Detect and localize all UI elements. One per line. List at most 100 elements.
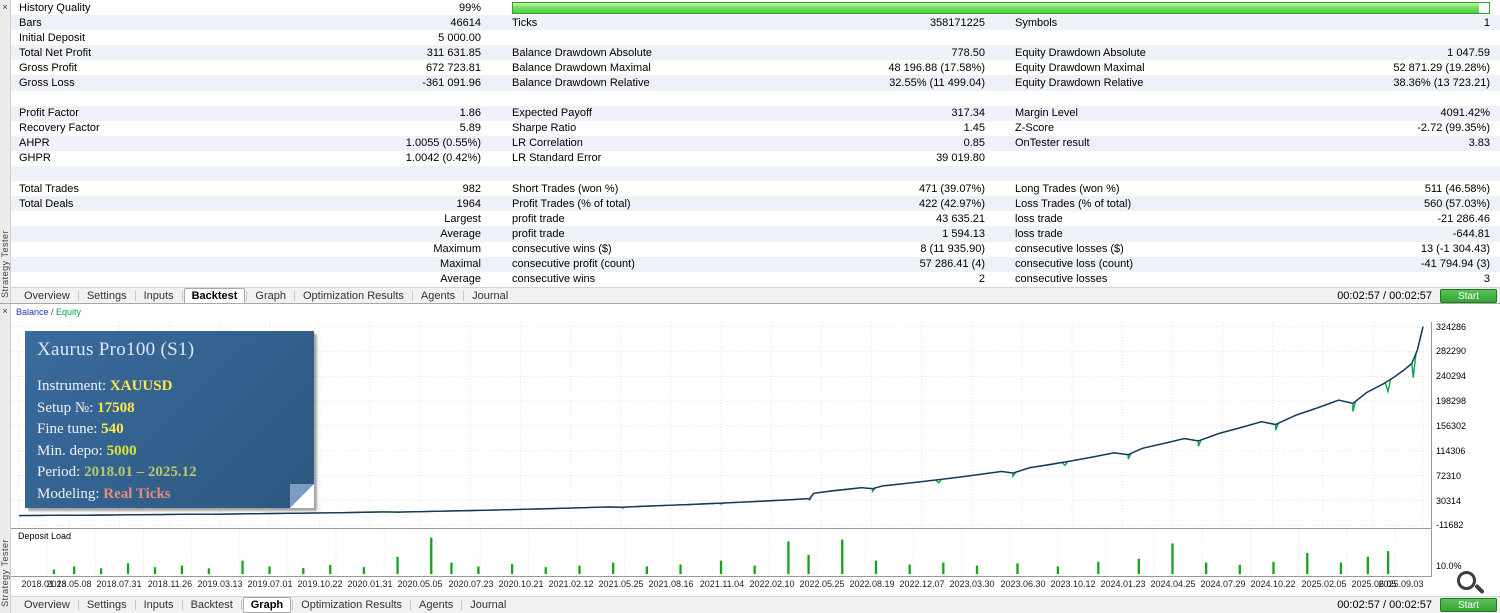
deposit-load-bar: [1339, 562, 1343, 575]
close-icon[interactable]: ×: [2, 306, 7, 316]
deposit-load-bar: [302, 567, 305, 575]
tab-optimization-results[interactable]: Optimization Results: [294, 598, 409, 612]
deposit-load-bar: [1386, 551, 1390, 575]
stat-label: Long Trades (won %): [1015, 182, 1120, 195]
tab-separator: [411, 291, 413, 301]
stat-value: 32.55% (11 499.04): [889, 77, 985, 90]
stat-value: 3.83: [1468, 137, 1490, 150]
deposit-load-label: Deposit Load: [16, 531, 74, 541]
stat-label: Short Trades (won %): [512, 182, 619, 195]
stat-value: Average: [440, 273, 481, 286]
close-icon[interactable]: ×: [2, 2, 7, 12]
tab-agents[interactable]: Agents: [414, 289, 462, 303]
stats-row: [11, 91, 1500, 106]
x-axis-label: 2025.09.03: [1378, 579, 1424, 589]
stat-value: 38.36% (13 723.21): [1393, 77, 1490, 90]
deposit-load-bar: [362, 567, 366, 575]
stat-value: 1: [1483, 16, 1490, 29]
stat-value: 672 723.81: [425, 61, 481, 74]
stat-value: 57 286.41 (4): [919, 258, 985, 271]
tab-settings[interactable]: Settings: [80, 598, 134, 612]
infobox-line: Modeling: Real Ticks: [37, 484, 314, 506]
stat-label: History Quality: [19, 1, 91, 14]
deposit-load-bar: [544, 567, 547, 575]
stat-value: 311 631.85: [426, 46, 481, 59]
stat-label: consecutive losses ($): [1015, 243, 1124, 256]
infobox-field-value: Real Ticks: [103, 485, 171, 502]
deposit-load-bar: [1205, 562, 1208, 575]
stats-row: Gross Profit 672 723.81 Balance Drawdown M…: [11, 60, 1500, 75]
stat-value: 471 (39.07%): [918, 182, 985, 195]
strategy-tester-sidebar-top: × Strategy Tester: [0, 0, 11, 304]
magnifier-icon[interactable]: [1457, 571, 1491, 603]
panel-splitter[interactable]: [0, 303, 1500, 304]
deposit-load-bar: [719, 560, 723, 575]
stats-row: Total Net Profit 311 631.85 Balance Drawdo…: [11, 45, 1500, 61]
deposit-load-bar: [1016, 563, 1019, 575]
deposit-load-chart[interactable]: [11, 528, 1432, 577]
history-quality-fill: [513, 2, 1480, 13]
infobox-field-label: Period:: [37, 464, 85, 480]
tab-separator: [134, 291, 136, 301]
stat-label: consecutive wins: [512, 273, 596, 286]
tab-agents[interactable]: Agents: [412, 598, 460, 612]
deposit-load-bar: [908, 564, 911, 575]
stat-value: 982: [462, 182, 481, 195]
tab-overview[interactable]: Overview: [17, 598, 77, 612]
tabbar-backtest: Overview Settings Inputs Backtest Graph Optim…: [11, 287, 1500, 304]
stats-row: Maximal consecutive profit (count) 57 286.…: [11, 256, 1500, 272]
legend-separator: /: [48, 307, 57, 317]
stat-label: Initial Deposit: [19, 31, 86, 44]
tab-separator: [240, 600, 242, 610]
tab-inputs[interactable]: Inputs: [137, 289, 181, 303]
deposit-load-bar: [1238, 564, 1241, 575]
tab-settings[interactable]: Settings: [80, 289, 134, 303]
deposit-load-bar: [787, 541, 790, 575]
stat-label: Equity Drawdown Maximal: [1015, 61, 1145, 74]
stat-label: loss trade: [1015, 227, 1063, 240]
stat-label: Equity Drawdown Relative: [1015, 77, 1144, 90]
stat-label: AHPR: [19, 137, 50, 150]
tab-inputs[interactable]: Inputs: [137, 598, 181, 612]
history-quality-row: History Quality 99%: [11, 0, 1500, 15]
stat-value: Average: [440, 227, 481, 240]
tab-backtest[interactable]: Backtest: [183, 288, 246, 304]
stat-value: 99%: [458, 1, 481, 14]
legend-balance[interactable]: Balance: [16, 307, 49, 317]
tab-journal[interactable]: Journal: [465, 289, 515, 303]
tab-graph[interactable]: Graph: [242, 597, 292, 613]
stats-row: GHPR 1.0042 (0.42%) LR Standard Error 39 01…: [11, 151, 1500, 166]
stat-value: 0.85: [963, 137, 985, 150]
tab-overview[interactable]: Overview: [17, 289, 77, 303]
stat-value: 1.86: [459, 107, 481, 120]
deposit-load-bar: [612, 562, 615, 575]
deposit-load-bar: [450, 562, 453, 575]
stats-row: AHPR 1.0055 (0.55%) LR Correlation 0.85 OnTe…: [11, 135, 1500, 151]
stat-label: consecutive wins ($): [512, 243, 612, 256]
start-button[interactable]: Start: [1440, 289, 1497, 303]
tab-backtest[interactable]: Backtest: [184, 598, 240, 612]
infobox-line: Instrument: XAUUSD: [37, 376, 314, 398]
stat-label: Ticks: [512, 16, 538, 29]
x-axis: 2018.01.23 2018.05.08 2018.07.31 2018.11.26…: [11, 579, 1432, 591]
backtest-stats-table: History Quality 99% Bars 46614 Ticks 358171…: [11, 0, 1500, 287]
y-axis-label: 30314: [1436, 496, 1462, 506]
tab-separator: [463, 291, 465, 301]
stat-label: Balance Drawdown Relative: [512, 77, 650, 90]
stats-row: [11, 166, 1500, 182]
stats-row: Average profit trade 1 594.13 loss trade -64…: [11, 226, 1500, 242]
stat-label: Expected Payoff: [512, 107, 592, 120]
tab-graph[interactable]: Graph: [248, 289, 293, 303]
stats-row: Bars 46614 Ticks 358171225 Symbols 1: [11, 15, 1500, 31]
stat-value: -21 286.46: [1437, 212, 1490, 225]
stat-label: Profit Trades (% of total): [512, 197, 631, 210]
chart-legend: Balance / Equity: [16, 307, 86, 317]
deposit-load-bar: [1137, 558, 1140, 575]
tab-optimization-results[interactable]: Optimization Results: [296, 289, 411, 303]
tab-journal[interactable]: Journal: [463, 598, 513, 612]
infobox-line: Period: 2018.01 – 2025.12: [37, 462, 314, 484]
elapsed-time: 00:02:57 / 00:02:57: [1337, 599, 1432, 611]
panel-title-vertical: Strategy Tester: [0, 539, 10, 607]
stat-label: Total Deals: [19, 197, 74, 210]
legend-equity[interactable]: Equity: [56, 307, 81, 317]
